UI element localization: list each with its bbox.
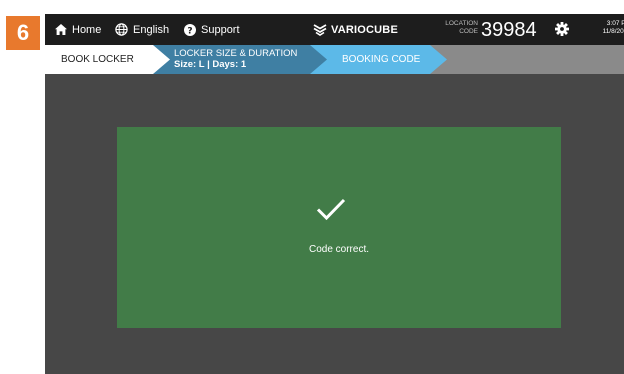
location-label-line2: CODE — [459, 28, 478, 35]
step-number-badge: 6 — [6, 16, 40, 50]
support-button[interactable]: ? Support — [184, 14, 240, 45]
globe-icon — [115, 23, 128, 36]
location-code-label: LOCATION CODE — [438, 20, 478, 36]
success-message: Code correct. — [308, 244, 370, 255]
question-icon: ? — [184, 23, 196, 36]
step-book-locker-label: BOOK LOCKER — [61, 54, 134, 65]
home-button[interactable]: Home — [55, 14, 101, 45]
top-bar: Home English ? Support VARIOCUBE LOCATIO… — [45, 14, 624, 45]
brand-name: VARIOCUBE — [331, 23, 398, 36]
variocube-logo-icon — [313, 23, 327, 36]
step-book-locker[interactable]: BOOK LOCKER — [45, 45, 170, 74]
language-button[interactable]: English — [115, 14, 169, 45]
svg-text:?: ? — [187, 26, 192, 36]
step-locker-size-duration-label: LOCKER SIZE & DURATION — [174, 48, 298, 59]
brand-logo: VARIOCUBE — [313, 14, 398, 45]
location-label-line1: LOCATION — [445, 20, 478, 27]
clock-time: 3:07 PM — [606, 20, 624, 27]
kiosk-app: Home English ? Support VARIOCUBE LOCATIO… — [45, 14, 624, 374]
checkmark-icon — [316, 198, 346, 221]
clock-date: 11/8/2023 — [602, 28, 624, 35]
language-label: English — [133, 23, 170, 36]
step-booking-code-label: BOOKING CODE — [342, 54, 421, 65]
home-icon — [55, 24, 67, 35]
home-label: Home — [72, 23, 102, 36]
progress-steps: BOOK LOCKER LOCKER SIZE & DURATION Size:… — [45, 45, 624, 74]
success-panel: Code correct. — [117, 127, 561, 328]
page: 6 Home English ? Support VARIOCUBE LOCAT… — [0, 0, 624, 374]
step-locker-size-duration-summary: Size: L | Days: 1 — [174, 59, 247, 70]
step-booking-code[interactable]: BOOKING CODE — [307, 45, 447, 74]
location-code-value: 39984 — [481, 19, 537, 41]
gear-icon[interactable] — [555, 22, 569, 36]
support-label: Support — [201, 23, 240, 36]
clock: 3:07 PM 11/8/2023 — [591, 20, 624, 36]
